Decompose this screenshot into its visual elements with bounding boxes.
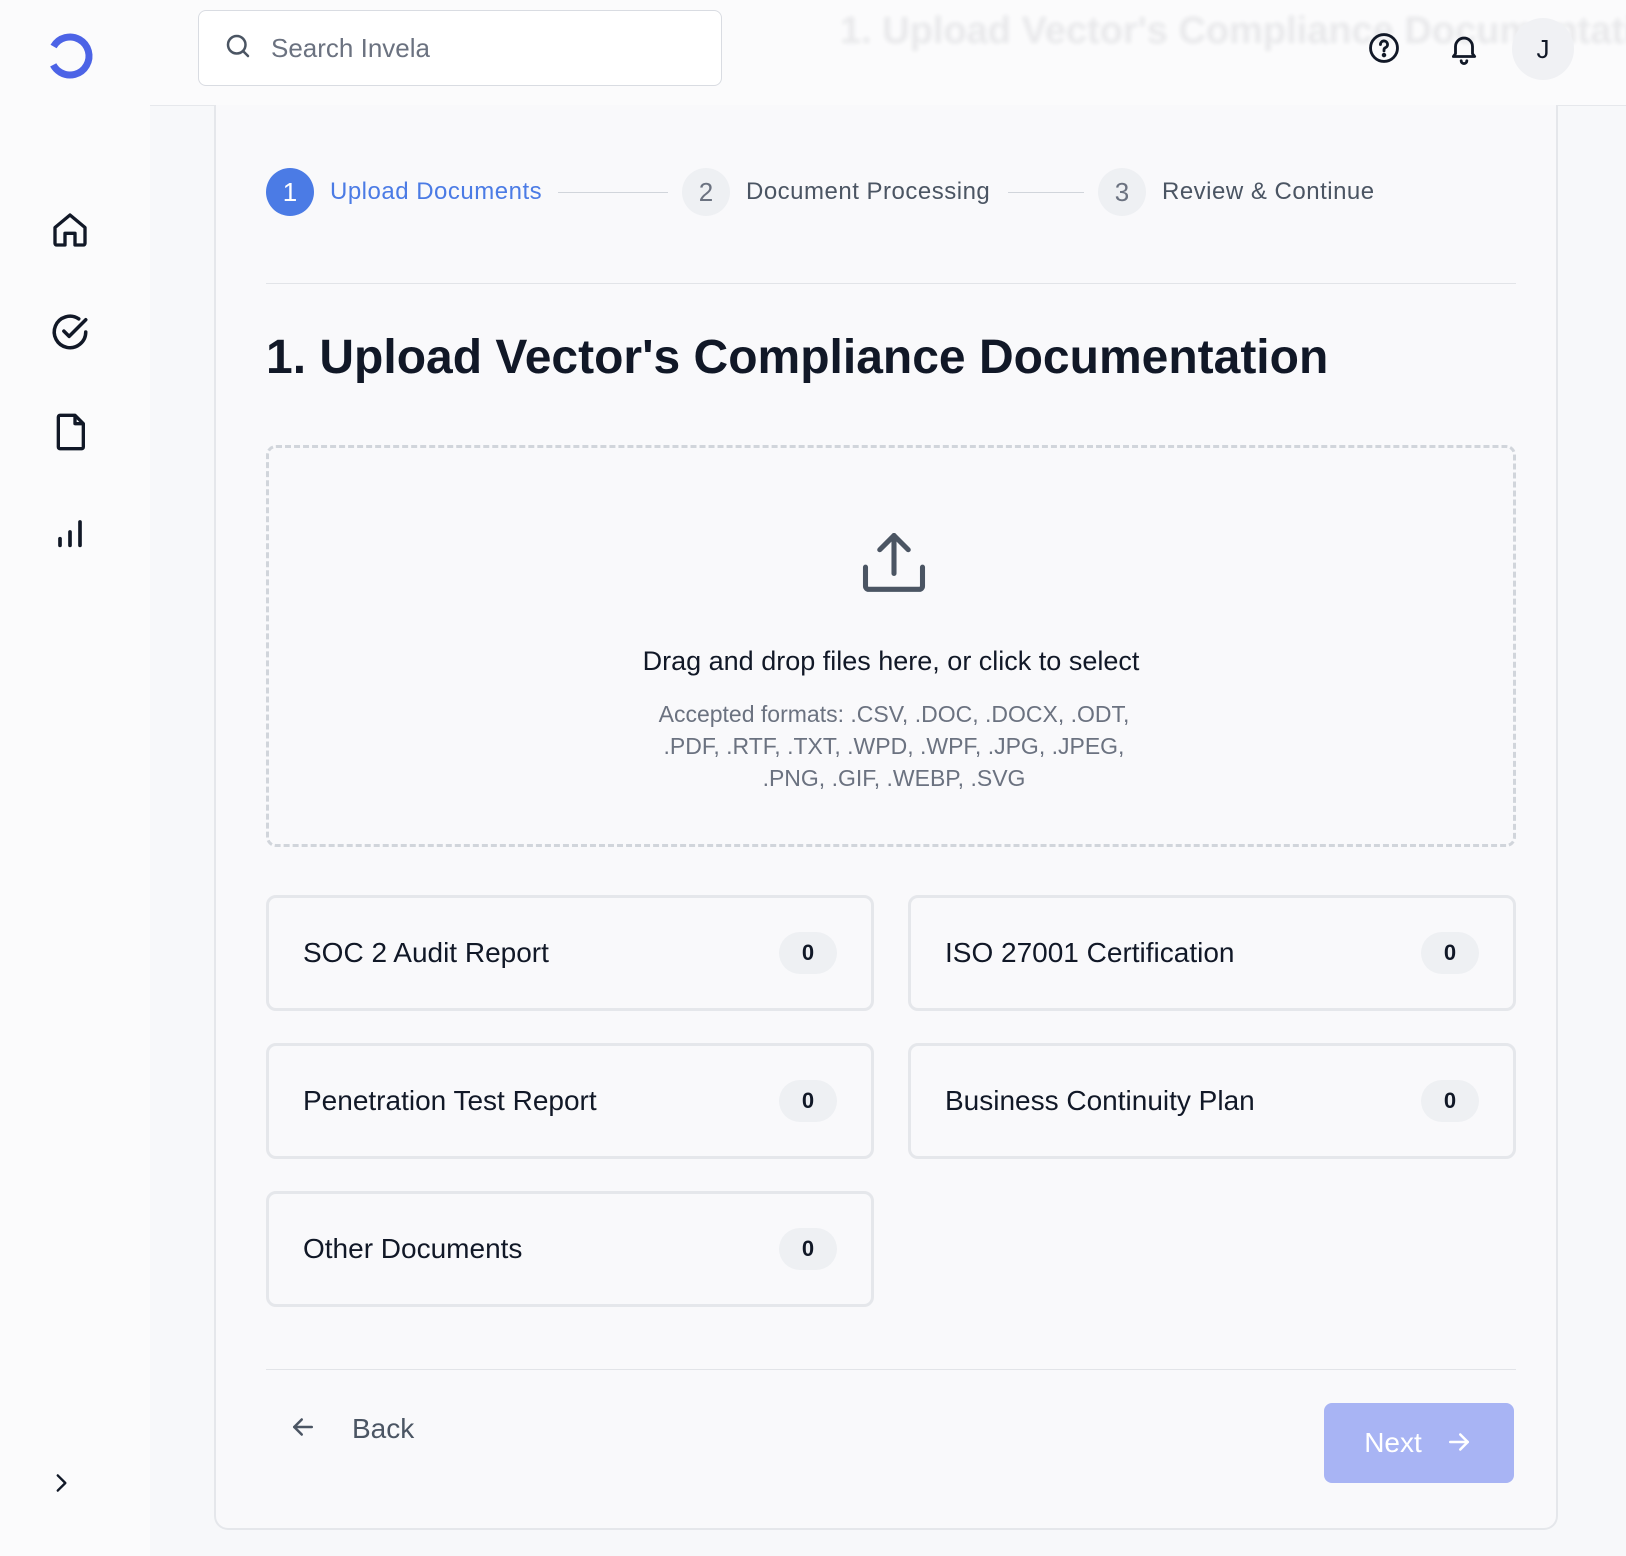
divider xyxy=(266,1369,1516,1370)
step-label: Document Processing xyxy=(746,178,991,205)
category-penetration-test[interactable]: Penetration Test Report 0 xyxy=(266,1043,874,1159)
user-avatar[interactable]: J xyxy=(1512,18,1574,80)
step-connector xyxy=(558,192,668,193)
category-count-badge: 0 xyxy=(1421,1080,1479,1122)
arrow-left-icon xyxy=(288,1412,318,1447)
divider xyxy=(266,283,1516,284)
step-connector xyxy=(1008,192,1084,193)
home-icon xyxy=(50,210,90,255)
category-name: Business Continuity Plan xyxy=(945,1085,1255,1116)
step-review-continue[interactable]: 3 Review & Continue xyxy=(1098,167,1375,217)
search-bar[interactable] xyxy=(198,10,722,86)
step-label: Review & Continue xyxy=(1162,178,1375,205)
notifications-button[interactable] xyxy=(1436,22,1492,78)
search-icon xyxy=(223,31,253,66)
background-page-title-ghost: 1. Upload Vector's Compliance Documentat… xyxy=(840,10,1626,52)
next-label: Next xyxy=(1364,1427,1422,1458)
category-name: SOC 2 Audit Report xyxy=(303,937,549,968)
help-circle-icon xyxy=(1367,31,1401,70)
invela-logo-icon[interactable] xyxy=(44,30,96,82)
category-count-badge: 0 xyxy=(779,932,837,974)
step-label: Upload Documents xyxy=(330,178,543,205)
step-number: 3 xyxy=(1098,168,1146,216)
category-name: ISO 27001 Certification xyxy=(945,937,1235,968)
step-number: 1 xyxy=(266,168,314,216)
upload-card: 1 Upload Documents 2 Document Processing… xyxy=(214,105,1558,1530)
file-dropzone[interactable]: Drag and drop files here, or click to se… xyxy=(266,445,1516,847)
next-button[interactable]: Next xyxy=(1324,1403,1514,1483)
arrow-right-icon xyxy=(1444,1427,1474,1460)
search-input[interactable] xyxy=(269,31,713,65)
category-name: Penetration Test Report xyxy=(303,1085,597,1116)
accepted-formats: Accepted formats: .CSV, .DOC, .DOCX, .OD… xyxy=(658,701,1130,791)
category-count-badge: 0 xyxy=(779,1080,837,1122)
file-icon xyxy=(50,412,90,457)
check-circle-icon xyxy=(49,311,91,358)
help-button[interactable] xyxy=(1356,22,1412,78)
sidebar-item-tasks[interactable] xyxy=(44,308,96,360)
top-header: 1. Upload Vector's Compliance Documentat… xyxy=(150,0,1626,106)
dropzone-instruction: Drag and drop files here, or click to se… xyxy=(642,646,1140,676)
upload-icon xyxy=(856,526,932,602)
sidebar-item-documents[interactable] xyxy=(44,408,96,460)
bell-icon xyxy=(1447,31,1481,70)
sidebar-item-home[interactable] xyxy=(44,206,96,258)
category-count-badge: 0 xyxy=(1421,932,1479,974)
sidebar-item-insights[interactable] xyxy=(44,508,96,560)
bar-chart-icon xyxy=(50,512,90,557)
back-label: Back xyxy=(352,1413,415,1444)
stepper: 1 Upload Documents 2 Document Processing… xyxy=(266,167,1516,217)
page-title: 1. Upload Vector's Compliance Documentat… xyxy=(266,331,1329,384)
step-document-processing[interactable]: 2 Document Processing xyxy=(682,167,990,217)
category-iso27001[interactable]: ISO 27001 Certification 0 xyxy=(908,895,1516,1011)
sidebar xyxy=(0,0,150,1556)
sidebar-expand-button[interactable] xyxy=(46,1470,76,1500)
chevron-right-icon xyxy=(48,1470,74,1501)
back-button[interactable]: Back xyxy=(288,1405,414,1453)
category-other-documents[interactable]: Other Documents 0 xyxy=(266,1191,874,1307)
step-number: 2 xyxy=(682,168,730,216)
step-upload-documents[interactable]: 1 Upload Documents xyxy=(266,167,542,217)
category-soc2[interactable]: SOC 2 Audit Report 0 xyxy=(266,895,874,1011)
category-name: Other Documents xyxy=(303,1233,523,1264)
category-count-badge: 0 xyxy=(779,1228,837,1270)
category-business-continuity[interactable]: Business Continuity Plan 0 xyxy=(908,1043,1516,1159)
